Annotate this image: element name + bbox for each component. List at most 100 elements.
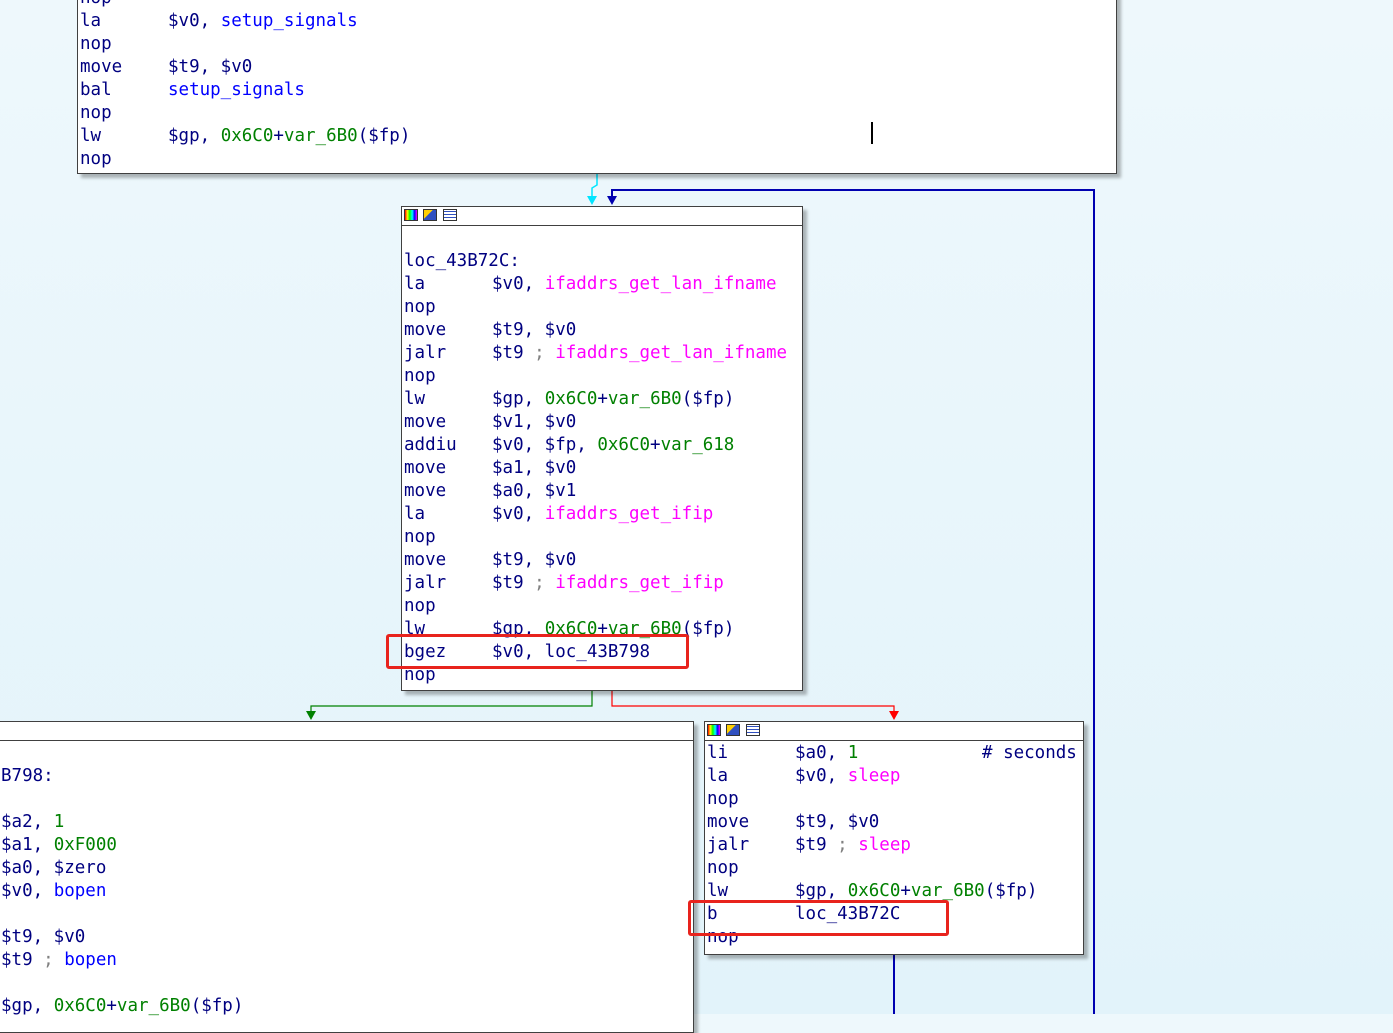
highlight-b-loop (688, 900, 949, 936)
asm-line[interactable]: $a0, $zero (1, 857, 693, 880)
operand-token: + (106, 996, 117, 1016)
asm-line[interactable]: nop (404, 595, 802, 618)
mnemonic: nop (80, 34, 112, 54)
operands: $gp, 0x6C0+var_6B0($fp) (492, 388, 734, 411)
operand-token: + (900, 881, 911, 901)
asm-line[interactable] (1, 788, 693, 811)
operand-token: $a1, (1, 835, 54, 855)
operand-token[interactable]: ifaddrs_get_lan_ifname (555, 343, 787, 363)
asm-line[interactable] (1, 903, 693, 926)
operand-token: $v0, $fp, (492, 435, 598, 455)
asm-line[interactable]: jalr $t9 ; ifaddrs_get_lan_ifname (404, 342, 802, 365)
operand-token: $t9, $v0 (168, 57, 253, 77)
code-block-loc-43b798[interactable]: B798: $a2, 1 $a1, 0xF000 $a0, $zero $v0, bop… (0, 721, 694, 1033)
asm-line[interactable]: loc_43B72C: (404, 250, 802, 273)
code-label[interactable]: loc_43B72C: (404, 251, 520, 271)
asm-line[interactable]: nop (404, 365, 802, 388)
asm-line[interactable]: nop (80, 148, 1116, 171)
color-palette-icon[interactable] (404, 209, 418, 221)
operand-token[interactable]: ifaddrs_get_ifip (545, 504, 714, 524)
asm-line[interactable]: move $t9, $v0 (404, 549, 802, 572)
operands: $gp, 0x6C0+var_6B0($fp) (168, 125, 410, 148)
asm-line[interactable]: move $v1, $v0 (404, 411, 802, 434)
color-palette-icon[interactable] (707, 724, 721, 736)
asm-line[interactable]: move $a0, $v1 (404, 480, 802, 503)
operand-token[interactable]: bopen (54, 881, 107, 901)
operand-token: + (273, 126, 284, 146)
rename-icon[interactable] (726, 724, 740, 736)
operand-token[interactable]: sleep (848, 766, 901, 786)
operand-token[interactable]: ifaddrs_get_ifip (555, 573, 724, 593)
mnemonic: nop (80, 149, 112, 169)
asm-line[interactable] (1, 742, 693, 765)
operand-token: 1 (847, 743, 859, 763)
operand-token: $gp, (168, 126, 221, 146)
operand-token[interactable]: bopen (64, 950, 117, 970)
operands: $v0, ifaddrs_get_lan_ifname (492, 273, 776, 296)
graph-view-icon[interactable] (443, 209, 457, 221)
operand-token[interactable]: setup_signals (168, 80, 305, 100)
mnemonic: addiu (404, 435, 457, 455)
code-block-top[interactable]: nopla$v0, setup_signalsnopmove$t9, $v0ba… (77, 0, 1117, 174)
asm-line[interactable]: $a2, 1 (1, 811, 693, 834)
operand-token: $t9 (492, 573, 535, 593)
operands: setup_signals (168, 79, 305, 102)
asm-line[interactable]: nop (404, 296, 802, 319)
operands: $v0, bopen (1, 880, 106, 903)
asm-line[interactable]: lw $gp, 0x6C0+var_6B0($fp) (404, 388, 802, 411)
asm-line[interactable]: nop (80, 0, 1116, 10)
asm-line[interactable]: nop (707, 788, 1083, 811)
asm-line[interactable]: jalr $t9 ; sleep (707, 834, 1083, 857)
operand-token[interactable]: ifaddrs_get_lan_ifname (545, 274, 777, 294)
operand-token: $t9, $v0 (795, 812, 880, 832)
graph-view-icon[interactable] (746, 724, 760, 736)
asm-line[interactable] (1, 972, 693, 995)
mnemonic: la (404, 504, 426, 524)
asm-line[interactable]: la $v0, sleep (707, 765, 1083, 788)
asm-line[interactable]: la $v0, ifaddrs_get_ifip (404, 503, 802, 526)
asm-line[interactable]: addiu $v0, $fp, 0x6C0+var_618 (404, 434, 802, 457)
mnemonic: nop (707, 789, 739, 809)
operand-token: $t9, $v0 (492, 320, 577, 340)
operand-token: $a1, $v0 (492, 458, 577, 478)
asm-line[interactable]: $a1, 0xF000 (1, 834, 693, 857)
asm-line[interactable]: move $t9, $v0 (404, 319, 802, 342)
asm-line[interactable]: nop (80, 33, 1116, 56)
operand-token: var_6B0 (607, 389, 682, 409)
operands: $t9 ; ifaddrs_get_lan_ifname (492, 342, 787, 365)
asm-line[interactable]: $v0, bopen (1, 880, 693, 903)
operand-token[interactable]: sleep (858, 835, 911, 855)
operand-token: $a0, (795, 743, 848, 763)
operand-token: ; (534, 573, 556, 593)
asm-line[interactable]: $t9 ; bopen (1, 949, 693, 972)
asm-line[interactable]: move $t9, $v0 (707, 811, 1083, 834)
operand-token: $a0, $v1 (492, 481, 577, 501)
code-label[interactable]: B798: (1, 766, 54, 786)
asm-line[interactable]: nop (404, 526, 802, 549)
asm-line[interactable]: move $t9, $v0 (80, 56, 1116, 79)
operands: $v1, $v0 (492, 411, 576, 434)
asm-line[interactable]: B798: (1, 765, 693, 788)
asm-line[interactable]: jalr $t9 ; ifaddrs_get_ifip (404, 572, 802, 595)
operand-token: $gp, (1, 996, 54, 1016)
asm-line[interactable]: move $a1, $v0 (404, 457, 802, 480)
code-block-loc-43b72c[interactable]: loc_43B72C: la $v0, ifaddrs_get_lan_ifname… (401, 206, 803, 691)
operand-token: 0x6C0 (847, 881, 901, 901)
edge-false-branch (611, 691, 895, 714)
asm-line[interactable] (404, 227, 802, 250)
asm-line[interactable]: bal setup_signals (80, 79, 1116, 102)
operand-token: 0x6C0 (53, 996, 107, 1016)
asm-line[interactable]: nop (707, 857, 1083, 880)
mnemonic: nop (707, 858, 739, 878)
asm-line[interactable]: $t9, $v0 (1, 926, 693, 949)
asm-line[interactable]: lw $gp, 0x6C0+var_6B0($fp) (80, 125, 1116, 148)
asm-line[interactable]: li $a0, 1 # seconds (707, 742, 1083, 765)
mnemonic: nop (404, 596, 436, 616)
block-titlebar (402, 207, 802, 226)
asm-line[interactable]: la $v0, setup_signals (80, 10, 1116, 33)
asm-line[interactable]: la $v0, ifaddrs_get_lan_ifname (404, 273, 802, 296)
operand-token[interactable]: setup_signals (221, 11, 358, 31)
asm-line[interactable]: nop (80, 102, 1116, 125)
asm-line[interactable]: $gp, 0x6C0+var_6B0($fp) (1, 995, 693, 1018)
rename-icon[interactable] (423, 209, 437, 221)
